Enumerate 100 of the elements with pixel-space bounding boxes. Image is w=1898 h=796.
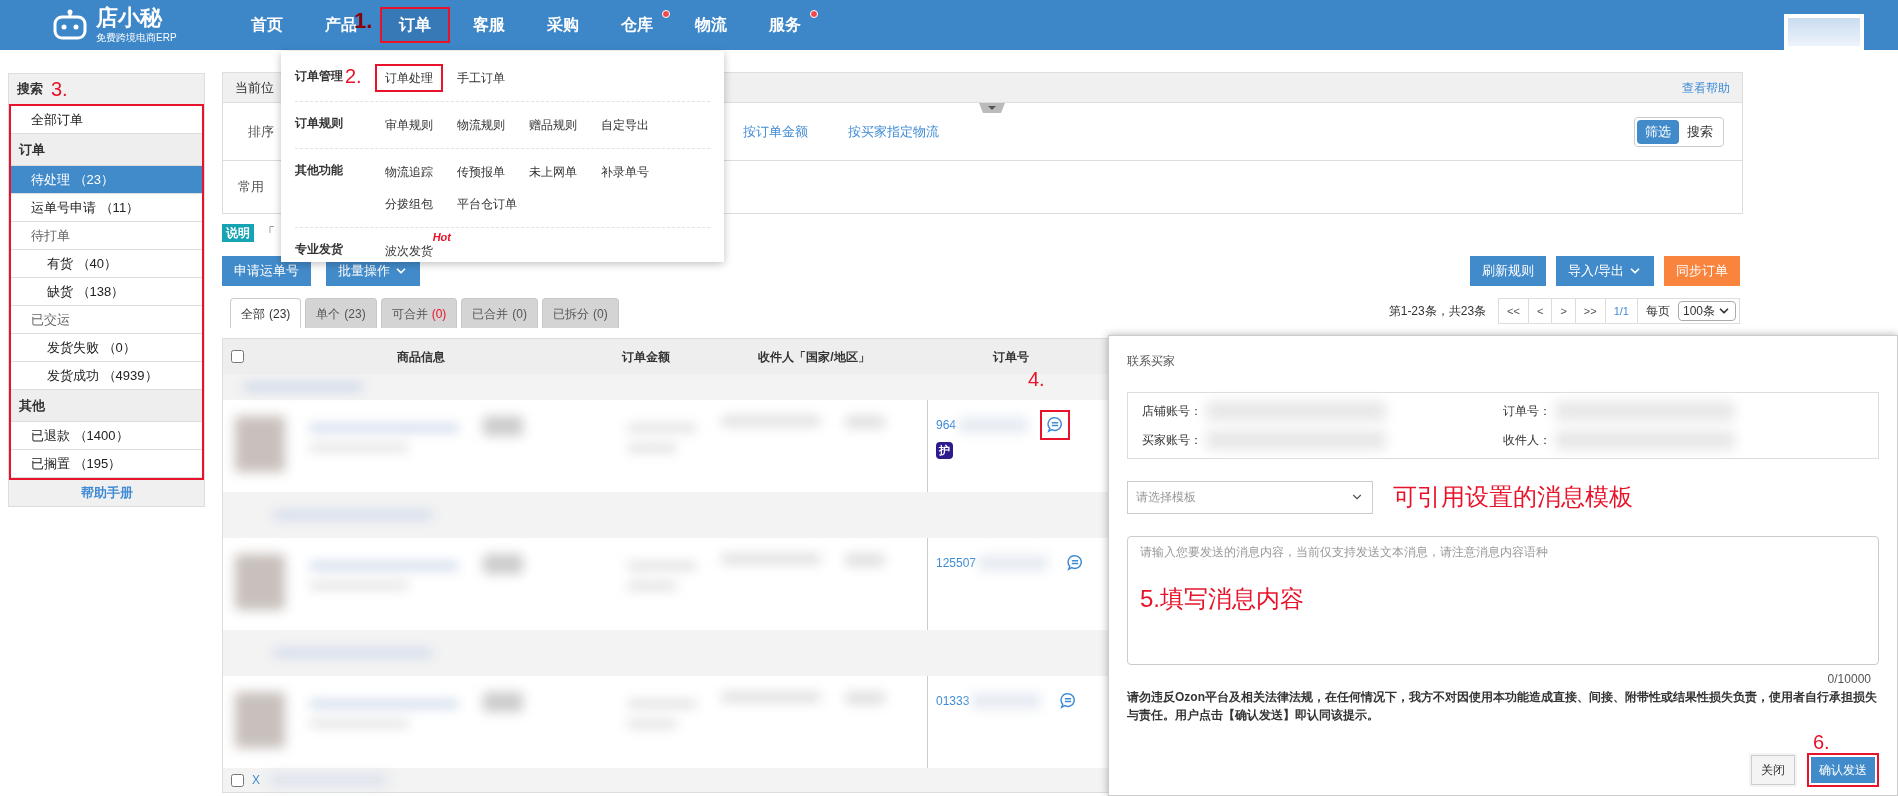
notice-text: 「 [262, 224, 275, 243]
collapse-tab-icon[interactable] [979, 103, 1005, 113]
chat-icon[interactable] [1066, 554, 1085, 572]
nav-item[interactable]: 首页 [232, 7, 302, 43]
menu-group-label: 其他功能 [295, 162, 343, 179]
logo-name: 店小秘 [96, 7, 164, 29]
blurred-content [483, 416, 523, 436]
toggle-button[interactable]: 筛选 [1637, 119, 1679, 144]
menu-link[interactable]: 赠品规则 [519, 111, 587, 139]
menu-link[interactable]: 手工订单 [447, 64, 515, 92]
info-label: 店铺账号： [1142, 403, 1202, 421]
sidebar-item[interactable]: 发货失败 （0） [11, 334, 202, 362]
page-button[interactable]: << [1499, 299, 1529, 323]
sidebar-item[interactable]: 全部订单 [11, 106, 202, 134]
step-annotation: 3. [51, 77, 68, 102]
dialog-title: 联系买家 [1127, 353, 1176, 370]
blurred-content [483, 554, 523, 574]
sidebar-item[interactable]: 已退款 （1400） [11, 422, 202, 450]
disclaimer-text: 请勿违反Ozon平台及相关法律法规，在任何情况下，我方不对因使用本功能造成直接、间接、附带性或结果性损失负责，使用者自行承担损失与责任。用户点击【确认发送】即认同该提示。 [1127, 689, 1878, 724]
column-header: 订单号 [991, 348, 1030, 366]
character-counter: 0/10000 [1827, 671, 1871, 688]
sidebar-item[interactable]: 待处理 （23） [11, 166, 202, 194]
per-page-select[interactable]: 100条 [1677, 301, 1736, 321]
step-annotation: 2. [345, 67, 362, 85]
action-button[interactable]: 申请运单号 [222, 256, 311, 286]
message-input[interactable]: 请输入您要发送的消息内容，当前仅支持发送文本消息，请注意消息内容语种 5.填写消息内容 [1127, 536, 1879, 665]
nav-item[interactable]: 仓库 [602, 7, 672, 43]
notice-badge: 说明 [222, 224, 254, 242]
order-tag: 护 [936, 442, 953, 459]
row-checkbox[interactable] [231, 773, 244, 787]
menu-link[interactable]: 分拨组包 [375, 190, 443, 218]
tab[interactable]: 已合并 (0) [461, 298, 539, 328]
step-annotation: 4. [1028, 367, 1045, 392]
nav-item[interactable]: 客服 [454, 7, 524, 43]
bulk-link[interactable]: X [252, 771, 260, 789]
menu-link[interactable]: 传预报单 [447, 158, 515, 186]
menu-group-label: 专业发货 [295, 241, 343, 258]
nav-item[interactable]: 采购 [528, 7, 598, 43]
column-header: 收件人「国家/地区」 [757, 348, 871, 366]
dialog-button[interactable]: 关闭 [1749, 753, 1797, 787]
breadcrumb-label: 当前位 [235, 78, 274, 97]
sidebar-heading: 搜索 [17, 80, 43, 99]
step-annotation: 6. [1813, 731, 1830, 753]
blurred-content [235, 554, 285, 610]
sidebar-item[interactable]: 已搁置 （195） [11, 450, 202, 478]
menu-group-label: 订单管理 [295, 68, 343, 85]
menu-link[interactable]: 平台仓订单 [447, 190, 527, 218]
menu-link[interactable]: 订单处理 [375, 64, 443, 92]
order-number-link[interactable]: 125507 [936, 554, 977, 572]
tab[interactable]: 已拆分 (0) [542, 298, 619, 328]
chat-icon[interactable] [1046, 416, 1065, 434]
sidebar-item[interactable]: 发货成功 （4939） [11, 362, 202, 390]
sort-link[interactable]: 按买家指定物流 [848, 121, 939, 142]
per-page-label: 每页 [1644, 303, 1671, 320]
tab[interactable]: 单个 (23) [305, 298, 377, 328]
tab[interactable]: 全部 (23) [230, 298, 302, 328]
column-header: 订单金额 [620, 348, 671, 366]
filter-label: 排序 [248, 123, 274, 139]
tab[interactable]: 可合并 (0) [380, 298, 458, 328]
page-button[interactable]: >> [1575, 299, 1606, 323]
sidebar-item[interactable]: 待打单 [11, 222, 202, 250]
order-number-link[interactable]: 01333 [936, 692, 970, 710]
nav-item[interactable]: 服务 [750, 7, 820, 43]
menu-link[interactable]: 补录单号 [591, 158, 659, 186]
pagination-summary: 第1-23条，共23条 [1388, 303, 1487, 320]
logo-tagline: 免费跨境电商ERP [96, 33, 177, 43]
sidebar-item[interactable]: 有货 （40） [11, 250, 202, 278]
page-button[interactable]: > [1552, 299, 1576, 323]
menu-link[interactable]: 自定导出 [591, 111, 659, 139]
order-number-link[interactable]: 964 [936, 416, 957, 434]
dialog-button[interactable]: 确认发送 [1807, 753, 1879, 787]
sidebar-item[interactable]: 运单号申请 （11） [11, 194, 202, 222]
filter-label: 常用 [237, 178, 264, 197]
menu-link[interactable]: 物流规则 [447, 111, 515, 139]
select-all-checkbox[interactable] [231, 350, 244, 363]
help-link[interactable]: 查看帮助 [1682, 78, 1730, 97]
annotation-text: 可引用设置的消息模板 [1393, 482, 1633, 512]
menu-link[interactable]: 审单规则 [375, 111, 443, 139]
blurred-content [235, 692, 285, 748]
info-label: 订单号： [1503, 403, 1551, 421]
menu-link[interactable]: 未上网单 [519, 158, 587, 186]
chat-icon[interactable] [1059, 692, 1078, 710]
page-button[interactable]: < [1528, 299, 1553, 323]
sort-link[interactable]: 按订单金额 [743, 121, 808, 142]
page-button[interactable]: 1/1 [1605, 299, 1638, 323]
info-label: 买家账号： [1142, 431, 1202, 449]
action-button[interactable]: 刷新规则 [1470, 256, 1547, 286]
blurred-content [483, 692, 523, 712]
nav-item[interactable]: 物流 [676, 7, 746, 43]
blurred-content [235, 416, 285, 472]
action-button[interactable]: 导入/导出 [1556, 256, 1654, 286]
placeholder-text: 请输入您要发送的消息内容，当前仅支持发送文本消息，请注意消息内容语种 [1140, 544, 1549, 561]
sidebar-heading: 订单 [19, 140, 45, 159]
sidebar-heading: 其他 [19, 396, 45, 415]
annotation-text: 5.填写消息内容 [1140, 584, 1305, 614]
sidebar-item[interactable]: 缺货 （138） [11, 278, 202, 306]
sidebar-item[interactable]: 已交运 [11, 306, 202, 334]
menu-link[interactable]: 物流追踪 [375, 158, 443, 186]
menu-group-label: 订单规则 [295, 115, 343, 132]
nav-item[interactable]: 订单 [380, 7, 450, 43]
